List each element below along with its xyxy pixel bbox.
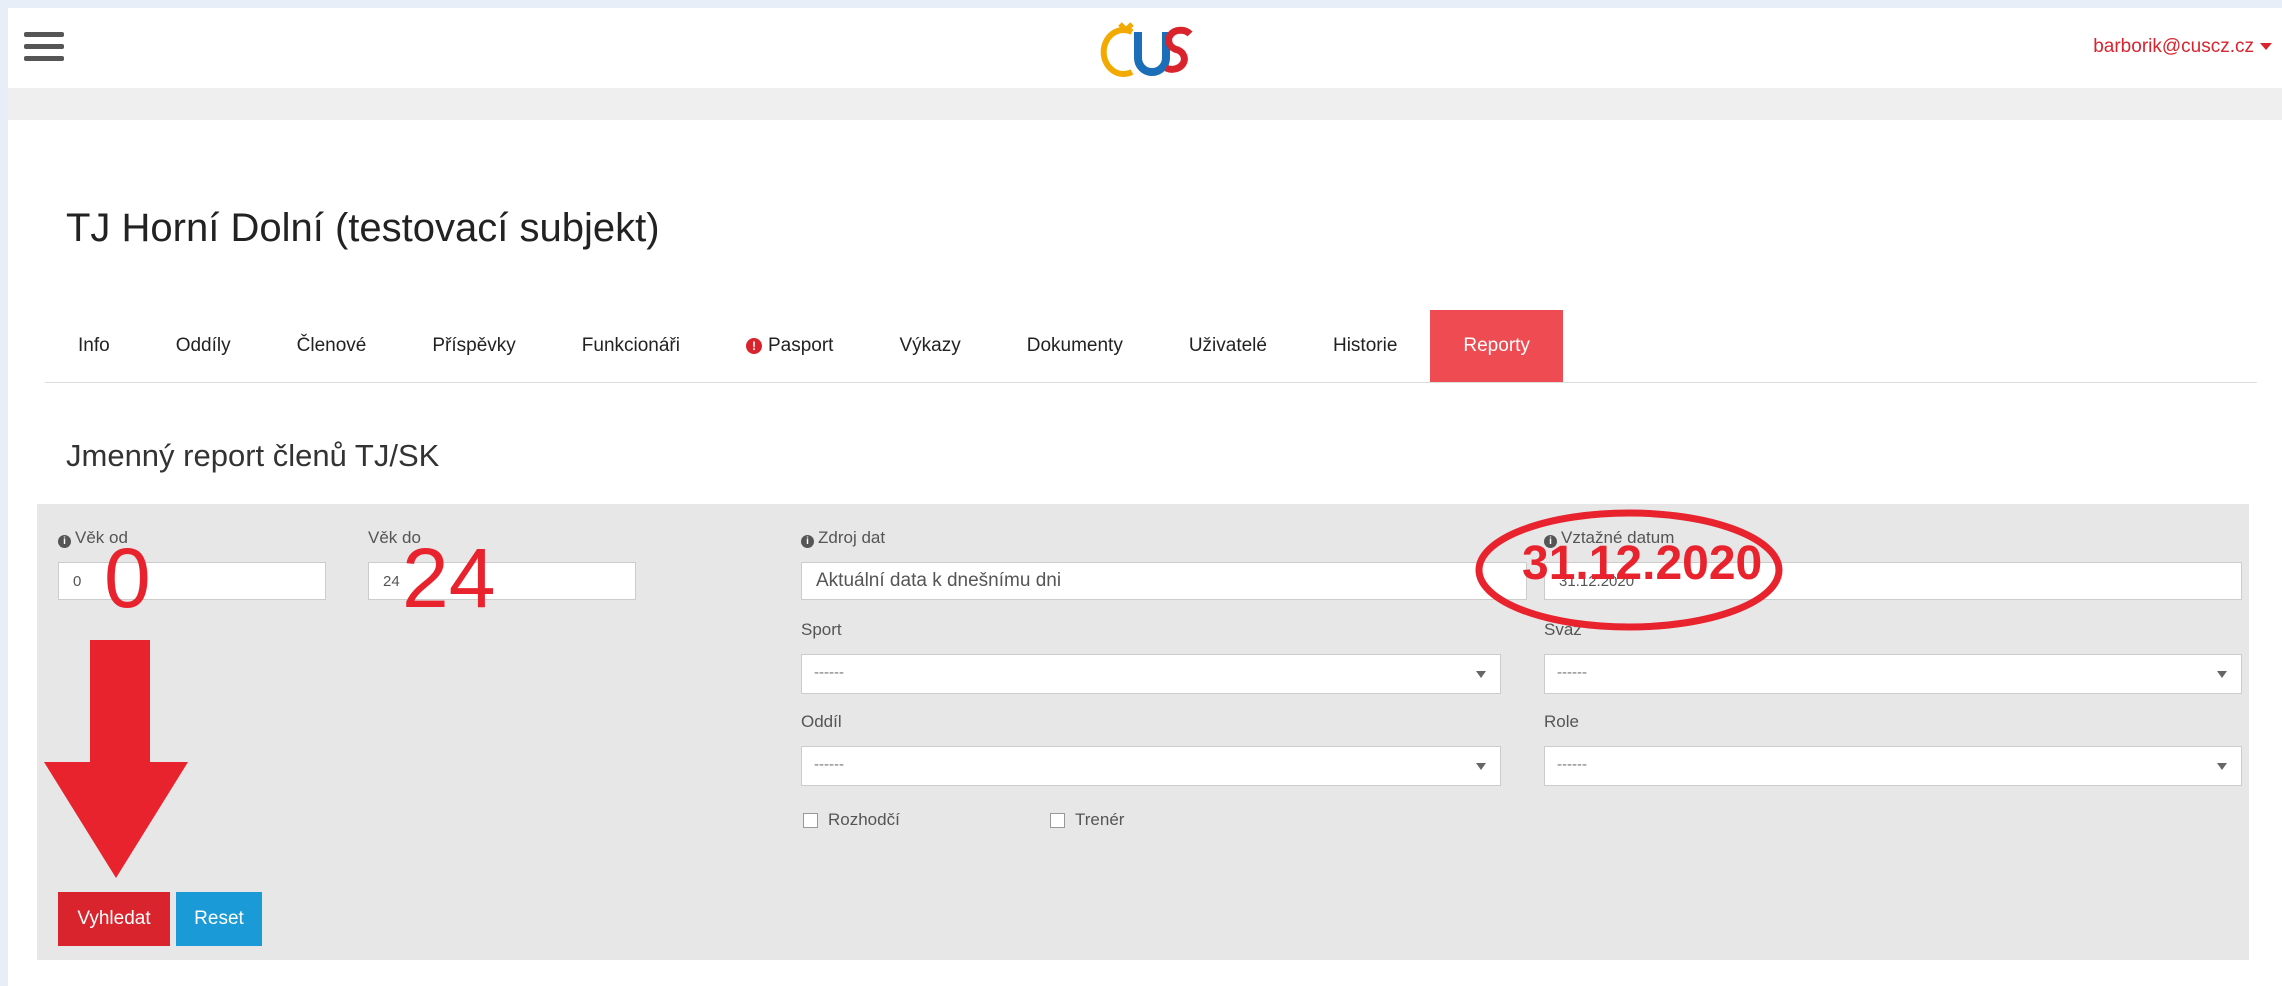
tab-label: Uživatelé bbox=[1188, 335, 1267, 356]
select-value: ------ bbox=[1557, 664, 1587, 681]
union-select[interactable]: ------ bbox=[1544, 654, 2242, 694]
chevron-down-icon bbox=[2217, 763, 2227, 770]
tab-dokumenty[interactable]: Dokumenty bbox=[994, 310, 1156, 382]
hamburger-icon[interactable] bbox=[24, 32, 64, 68]
annotation-ellipse-icon bbox=[1475, 509, 1783, 631]
tab-historie[interactable]: Historie bbox=[1300, 310, 1430, 382]
sport-label: Sport bbox=[801, 620, 842, 639]
user-menu[interactable]: barborik@cuscz.cz bbox=[2093, 36, 2272, 58]
age-from-input[interactable] bbox=[58, 562, 326, 600]
tab-label: Členové bbox=[296, 335, 367, 356]
page-title: TJ Horní Dolní (testovací subjekt) bbox=[66, 206, 660, 250]
coach-checkbox[interactable]: Trenér bbox=[1050, 810, 1124, 830]
tab-label: Oddíly bbox=[175, 335, 231, 356]
tab-label: Pasport bbox=[767, 335, 834, 356]
role-label: Role bbox=[1544, 712, 1579, 731]
info-icon: i bbox=[801, 535, 814, 548]
tab-clenove[interactable]: Členové bbox=[264, 310, 400, 382]
referee-checkbox[interactable]: Rozhodčí bbox=[803, 810, 900, 830]
annotation-arrow-down-icon bbox=[44, 640, 188, 878]
select-value: ------ bbox=[1557, 756, 1587, 773]
caret-down-icon bbox=[2260, 43, 2272, 51]
tab-vykazy[interactable]: Výkazy bbox=[866, 310, 993, 382]
tab-oddily[interactable]: Oddíly bbox=[143, 310, 264, 382]
role-select[interactable]: ------ bbox=[1544, 746, 2242, 786]
select-value: ------ bbox=[814, 756, 844, 773]
tab-label: Příspěvky bbox=[432, 335, 516, 356]
chevron-down-icon bbox=[2217, 671, 2227, 678]
chevron-down-icon bbox=[1476, 763, 1486, 770]
annotation-age-from: 0 bbox=[104, 531, 151, 625]
tab-uzivatele[interactable]: Uživatelé bbox=[1156, 310, 1300, 382]
chevron-down-icon bbox=[1476, 671, 1486, 678]
checkbox-box bbox=[803, 812, 818, 828]
tab-pasport[interactable]: ! Pasport bbox=[713, 310, 866, 382]
tab-reporty[interactable]: Reporty bbox=[1430, 310, 1563, 382]
tab-funkcionari[interactable]: Funkcionáři bbox=[549, 310, 713, 382]
data-source-label: i Zdroj dat bbox=[801, 528, 885, 548]
search-button[interactable]: Vyhledat bbox=[58, 892, 170, 946]
tab-label: Funkcionáři bbox=[581, 335, 680, 356]
tab-label: Výkazy bbox=[899, 335, 961, 356]
cus-logo-icon[interactable] bbox=[1098, 18, 1210, 82]
user-email: barborik@cuscz.cz bbox=[2093, 36, 2254, 57]
reset-button[interactable]: Reset bbox=[176, 892, 262, 946]
select-value: ------ bbox=[814, 664, 844, 681]
annotation-age-to: 24 bbox=[402, 531, 496, 625]
section-title: Jmenný report členů TJ/SK bbox=[66, 438, 440, 473]
tab-label: Reporty bbox=[1463, 335, 1530, 356]
info-icon: i bbox=[58, 535, 71, 548]
top-navbar: barborik@cuscz.cz bbox=[8, 8, 2282, 88]
division-select[interactable]: ------ bbox=[801, 746, 1501, 786]
warning-icon: ! bbox=[745, 338, 762, 354]
tab-label: Info bbox=[78, 335, 110, 356]
checkbox-box bbox=[1050, 812, 1065, 828]
sub-navbar bbox=[8, 88, 2282, 120]
tab-label: Dokumenty bbox=[1026, 335, 1123, 356]
division-label: Oddíl bbox=[801, 712, 842, 731]
report-filter-form: iVěk od Věk do iZdroj dat iVztažné datum… bbox=[37, 504, 2249, 960]
tab-label: Historie bbox=[1332, 335, 1398, 356]
data-source-input[interactable] bbox=[801, 562, 1527, 600]
tab-info[interactable]: Info bbox=[45, 310, 143, 382]
tab-prispevky[interactable]: Příspěvky bbox=[399, 310, 548, 382]
sport-select[interactable]: ------ bbox=[801, 654, 1501, 694]
tab-bar: Info Oddíly Členové Příspěvky Funkcionář… bbox=[45, 310, 2257, 383]
